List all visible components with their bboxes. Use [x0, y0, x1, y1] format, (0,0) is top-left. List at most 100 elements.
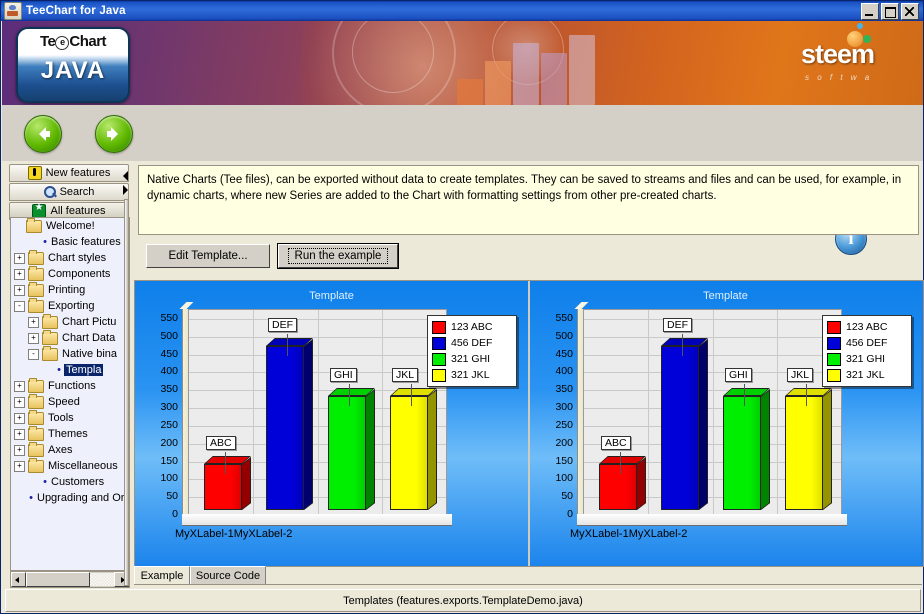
all-features-icon	[32, 202, 47, 218]
y-axis-tick-label: 50	[561, 490, 573, 503]
chart-legend[interactable]: 123 ABC 456 DEF 321 GHI 321 JKL	[427, 315, 517, 387]
tree-toggle-expand-icon[interactable]: +	[14, 428, 25, 440]
tree-item-label: Exporting	[48, 300, 95, 312]
chart-legend[interactable]: 123 ABC 456 DEF 321 GHI 321 JKL	[822, 315, 912, 387]
splitter-expand-arrow-icon[interactable]	[123, 185, 128, 195]
bar-JKL[interactable]	[785, 387, 832, 510]
window-controls	[861, 3, 919, 20]
bar-GHI[interactable]	[328, 387, 375, 510]
bar-JKL[interactable]	[390, 387, 437, 510]
tree-item[interactable]: + Miscellaneous	[11, 457, 129, 474]
back-button[interactable]	[24, 115, 62, 153]
tab-example[interactable]: Example	[134, 566, 190, 584]
folder-icon	[42, 329, 58, 345]
bar-label: JKL	[392, 367, 419, 382]
x-axis-labels: MyXLabel-1MyXLabel-2	[175, 528, 292, 540]
tree-item[interactable]: • Basic features	[11, 234, 129, 250]
tree-item[interactable]: Welcome!	[11, 218, 129, 234]
bar-DEF[interactable]	[266, 338, 313, 510]
tree-item[interactable]: + Components	[11, 265, 129, 282]
legend-label: 456 DEF	[451, 337, 493, 349]
tree-item[interactable]: • Customers	[11, 474, 129, 490]
bar-label: GHI	[330, 367, 357, 382]
legend-label: 456 DEF	[846, 337, 888, 349]
tree-item[interactable]: + Axes	[11, 441, 129, 458]
legend-item[interactable]: 123 ABC	[827, 319, 907, 335]
legend-item[interactable]: 321 JKL	[827, 367, 907, 383]
tree-toggle-expand-icon[interactable]: +	[14, 284, 25, 296]
legend-item[interactable]: 456 DEF	[432, 335, 512, 351]
tree-toggle-expand-icon[interactable]: +	[14, 412, 25, 424]
x-tick-label: MyXLabel-1	[175, 528, 234, 540]
tree-item-label: Themes	[48, 428, 88, 440]
tree-item[interactable]: + Functions	[11, 377, 129, 394]
legend-item[interactable]: 321 JKL	[432, 367, 512, 383]
folder-icon	[28, 297, 44, 313]
tree-item[interactable]: + Chart styles	[11, 249, 129, 266]
x-tick-label: MyXLabel-2	[628, 528, 688, 540]
run-example-button[interactable]: Run the example	[277, 243, 399, 269]
tree-item-label: Printing	[48, 284, 86, 296]
tree-item[interactable]: + Themes	[11, 425, 129, 442]
steema-logo: steem s o f t w a	[801, 23, 921, 82]
nav-tab-new-features[interactable]: New features	[9, 164, 129, 182]
tree-horizontal-scrollbar[interactable]	[10, 571, 130, 588]
tree-item-label: Templa	[64, 364, 104, 376]
bar-GHI[interactable]	[723, 387, 770, 510]
tree-toggle-expand-icon[interactable]: +	[28, 332, 39, 344]
tree-toggle-expand-icon[interactable]: +	[14, 252, 25, 264]
splitter-collapse-arrow-icon[interactable]	[123, 171, 128, 181]
y-axis-tick-label: 200	[160, 436, 178, 449]
tree-item-label: Speed	[48, 396, 80, 408]
y-axis-tick-label: 550	[160, 311, 178, 324]
folder-icon	[28, 377, 44, 393]
tree-item[interactable]: + Printing	[11, 281, 129, 298]
legend-item[interactable]: 321 GHI	[432, 351, 512, 367]
feature-tree[interactable]: Welcome! • Basic features + Chart styles + Com…	[10, 217, 130, 571]
tree-toggle-expand-icon[interactable]: +	[14, 444, 25, 456]
bar-ABC[interactable]	[204, 455, 251, 510]
scrollbar-track[interactable]	[90, 573, 114, 586]
nav-tab-search[interactable]: Search	[9, 183, 129, 201]
tree-item[interactable]: • Templa	[11, 362, 129, 378]
tree-toggle-collapse-icon[interactable]: -	[28, 348, 39, 360]
tree-item[interactable]: - Native bina	[11, 345, 129, 362]
bar-label: DEF	[663, 318, 692, 332]
bottom-tab-row: Example Source Code	[134, 566, 922, 585]
minimize-button[interactable]	[861, 3, 879, 20]
scroll-left-arrow-icon[interactable]	[11, 572, 26, 587]
scrollbar-thumb[interactable]	[26, 572, 90, 587]
tree-toggle-expand-icon[interactable]: +	[28, 316, 39, 328]
close-button[interactable]	[901, 3, 919, 20]
tree-item[interactable]: - Exporting	[11, 297, 129, 314]
tree-toggle-expand-icon[interactable]: +	[14, 268, 25, 280]
legend-item[interactable]: 123 ABC	[432, 319, 512, 335]
panel-splitter[interactable]	[121, 169, 131, 589]
tree-item[interactable]: • Upgrading and Ord	[11, 490, 129, 506]
maximize-button[interactable]	[881, 3, 899, 20]
bar-DEF[interactable]	[661, 338, 708, 510]
bar-ABC[interactable]	[599, 455, 646, 510]
tree-toggle-expand-icon[interactable]: +	[14, 460, 25, 472]
nav-tab-label: New features	[45, 167, 111, 179]
tree-item[interactable]: + Chart Data	[11, 329, 129, 346]
chart-2[interactable]: Template 0 50 100 150 200 250 300 350 400 450 500 55…	[528, 281, 921, 566]
legend-color-swatch	[432, 320, 446, 334]
tree-toggle-collapse-icon[interactable]: -	[14, 300, 25, 312]
tab-source-code[interactable]: Source Code	[190, 566, 266, 584]
tree-item[interactable]: + Tools	[11, 409, 129, 426]
search-icon	[43, 186, 56, 198]
steema-dots-icon	[845, 23, 875, 49]
tree-item[interactable]: + Speed	[11, 393, 129, 410]
tree-item[interactable]: + Chart Pictu	[11, 313, 129, 330]
legend-item[interactable]: 321 GHI	[827, 351, 907, 367]
tree-toggle-expand-icon[interactable]: +	[14, 396, 25, 408]
tree-toggle-expand-icon[interactable]: +	[14, 380, 25, 392]
forward-button[interactable]	[95, 115, 133, 153]
java-cup-icon	[4, 2, 22, 20]
edit-template-button[interactable]: Edit Template...	[146, 244, 270, 268]
tab-label: Example	[140, 569, 184, 582]
legend-item[interactable]: 456 DEF	[827, 335, 907, 351]
chart-1[interactable]: Template 0 50 100 150 200 250 300 350 400 450 500 55…	[135, 281, 528, 566]
splitter-bar[interactable]	[124, 199, 129, 586]
